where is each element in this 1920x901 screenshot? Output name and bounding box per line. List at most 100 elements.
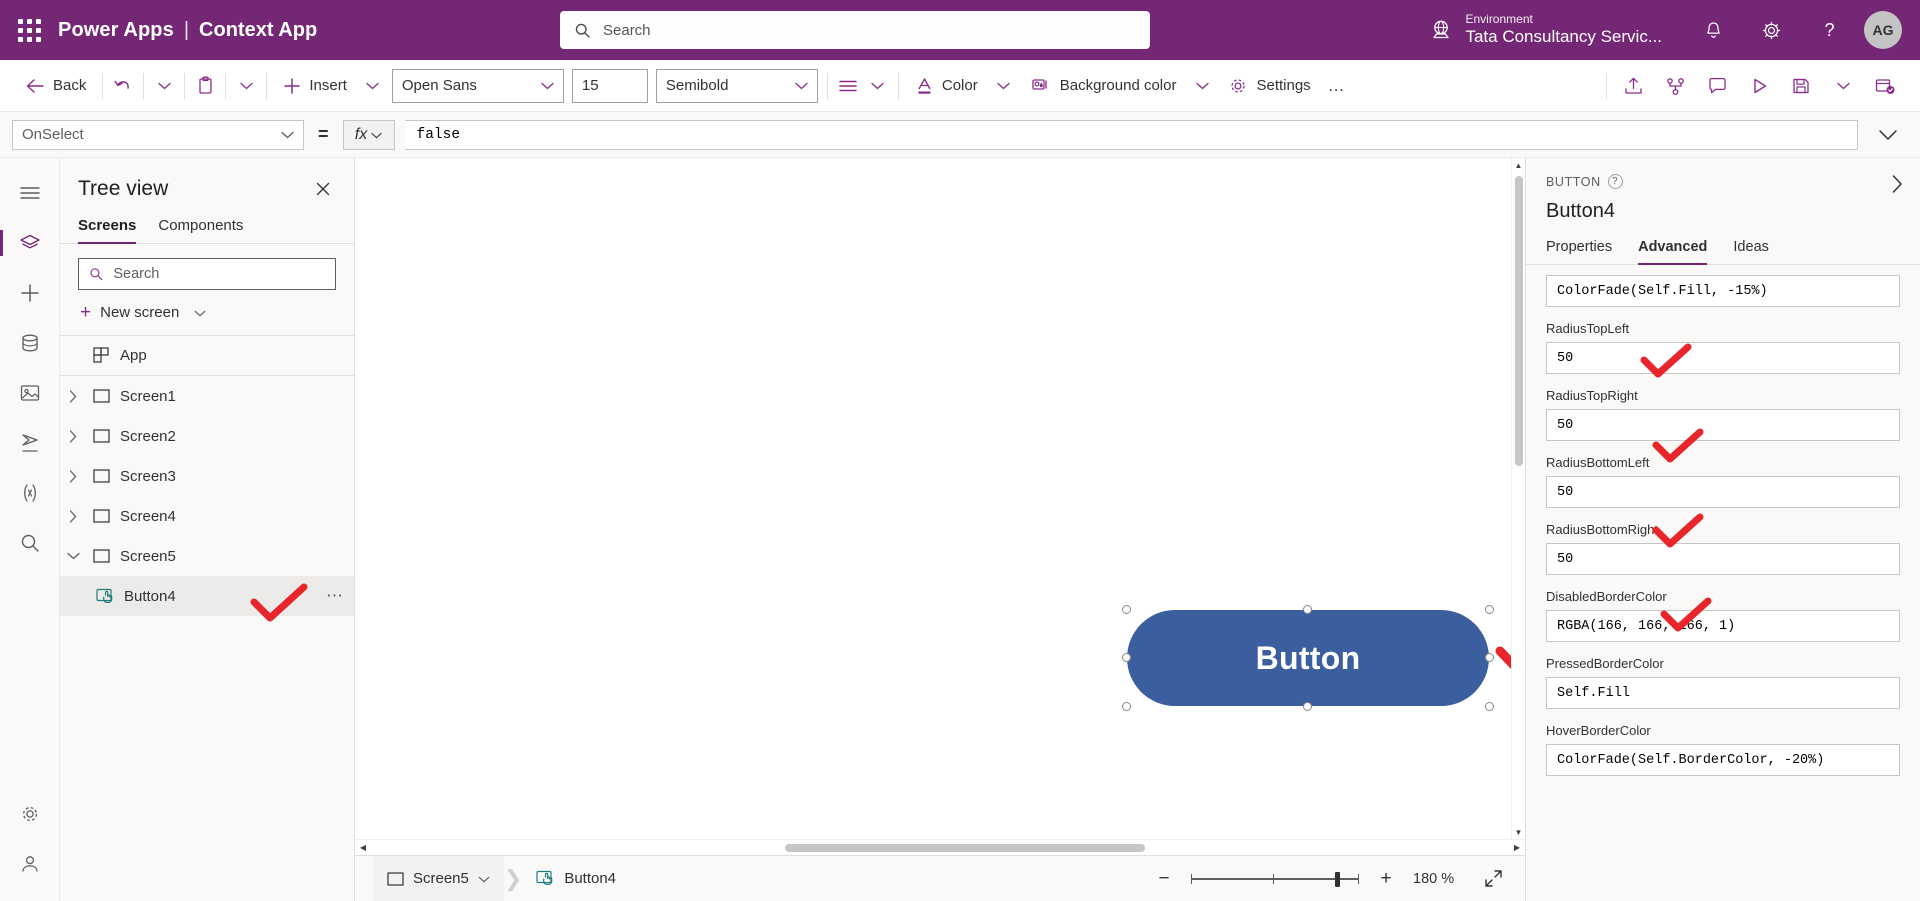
- canvas-vertical-scrollbar[interactable]: ▲ ▼: [1511, 158, 1525, 839]
- formula-expand-button[interactable]: [1868, 129, 1908, 141]
- tab-screens[interactable]: Screens: [78, 212, 136, 243]
- text-color-caret[interactable]: [989, 68, 1019, 104]
- rail-data-button[interactable]: [7, 318, 53, 368]
- undo-button[interactable]: [108, 68, 138, 104]
- comments-button[interactable]: [1696, 66, 1738, 106]
- property-input[interactable]: ColorFade(Self.Fill, -15%): [1546, 275, 1900, 307]
- resize-handle-bottom-right[interactable]: [1485, 702, 1494, 711]
- background-color-caret[interactable]: [1187, 68, 1217, 104]
- undo-caret[interactable]: [149, 68, 179, 104]
- tree-item-screen4[interactable]: Screen4: [60, 496, 354, 536]
- resize-handle-middle-right[interactable]: [1485, 653, 1494, 662]
- slider-knob[interactable]: [1335, 872, 1340, 887]
- tree-search-input[interactable]: [113, 266, 325, 282]
- canvas-button-control[interactable]: Button: [1127, 610, 1489, 706]
- tab-ideas[interactable]: Ideas: [1733, 239, 1768, 264]
- avatar[interactable]: AG: [1864, 11, 1902, 49]
- rail-search-button[interactable]: [7, 518, 53, 568]
- scroll-up-icon[interactable]: ▲: [1512, 158, 1525, 172]
- chevron-right-icon[interactable]: [60, 390, 86, 403]
- rail-menu-button[interactable]: [7, 168, 53, 218]
- scroll-right-icon[interactable]: ▶: [1509, 843, 1525, 852]
- scroll-thumb-horizontal[interactable]: [785, 844, 1145, 852]
- text-color-button[interactable]: Color: [904, 68, 989, 104]
- insert-caret[interactable]: [358, 68, 388, 104]
- font-weight-select[interactable]: Semibold: [656, 69, 818, 103]
- resize-handle-top-right[interactable]: [1485, 605, 1494, 614]
- chevron-down-icon[interactable]: [60, 552, 86, 560]
- rail-tree-view-button[interactable]: [7, 218, 53, 268]
- overflow-menu-button[interactable]: …: [1322, 68, 1352, 104]
- resize-handle-middle-left[interactable]: [1122, 653, 1131, 662]
- tree-item-screen3[interactable]: Screen3: [60, 456, 354, 496]
- resize-handle-bottom-left[interactable]: [1122, 702, 1131, 711]
- brand[interactable]: Power Apps | Context App: [58, 19, 317, 42]
- resize-handle-bottom-center[interactable]: [1303, 702, 1312, 711]
- canvas-horizontal-scrollbar[interactable]: ◀ ▶: [355, 839, 1525, 855]
- tab-advanced[interactable]: Advanced: [1638, 239, 1707, 264]
- share-button[interactable]: [1612, 66, 1654, 106]
- property-input[interactable]: 50: [1546, 543, 1900, 575]
- rail-app-settings-button[interactable]: [7, 789, 53, 839]
- settings-button[interactable]: [1742, 0, 1800, 60]
- property-input[interactable]: 50: [1546, 409, 1900, 441]
- breadcrumb-screen[interactable]: Screen5: [373, 856, 504, 901]
- search-input[interactable]: [603, 22, 1136, 39]
- resize-handle-top-left[interactable]: [1122, 605, 1131, 614]
- new-screen-button[interactable]: + New screen: [60, 290, 354, 336]
- chevron-right-icon[interactable]: [60, 430, 86, 443]
- zoom-slider[interactable]: [1191, 878, 1359, 880]
- rail-media-button[interactable]: [7, 368, 53, 418]
- save-button[interactable]: [1780, 66, 1822, 106]
- zoom-out-button[interactable]: −: [1151, 866, 1177, 892]
- help-button[interactable]: ?: [1800, 0, 1858, 60]
- environment-selector[interactable]: Environment Tata Consultancy Servic...: [1428, 13, 1684, 46]
- save-caret[interactable]: [1822, 66, 1864, 106]
- global-search[interactable]: [560, 11, 1150, 49]
- zoom-in-button[interactable]: +: [1373, 866, 1399, 892]
- tree-item-screen1[interactable]: Screen1: [60, 376, 354, 416]
- tree-item-more-button[interactable]: ⋯: [326, 586, 344, 606]
- tree-item-screen2[interactable]: Screen2: [60, 416, 354, 456]
- insert-button[interactable]: Insert: [272, 68, 358, 104]
- property-input[interactable]: ColorFade(Self.BorderColor, -20%): [1546, 744, 1900, 776]
- tab-components[interactable]: Components: [158, 212, 243, 243]
- help-icon[interactable]: ?: [1608, 174, 1623, 189]
- chevron-right-icon[interactable]: [60, 470, 86, 483]
- app-launcher-icon[interactable]: [0, 19, 58, 42]
- property-input[interactable]: RGBA(166, 166, 166, 1): [1546, 610, 1900, 642]
- tree-item-app[interactable]: App: [60, 336, 354, 376]
- property-selector[interactable]: OnSelect: [12, 120, 304, 150]
- align-caret[interactable]: [863, 68, 893, 104]
- resize-handle-top-center[interactable]: [1303, 605, 1312, 614]
- notifications-button[interactable]: [1684, 0, 1742, 60]
- property-input[interactable]: 50: [1546, 476, 1900, 508]
- close-icon[interactable]: [310, 176, 336, 202]
- breadcrumb-control[interactable]: Button4: [522, 856, 630, 901]
- formula-input[interactable]: false: [405, 120, 1858, 150]
- scroll-down-icon[interactable]: ▼: [1512, 825, 1525, 839]
- back-button[interactable]: Back: [14, 68, 97, 104]
- fx-button[interactable]: fx: [343, 120, 395, 150]
- tab-properties[interactable]: Properties: [1546, 239, 1612, 264]
- rail-variables-button[interactable]: [7, 468, 53, 518]
- tree-item-screen5[interactable]: Screen5: [60, 536, 354, 576]
- font-family-select[interactable]: Open Sans: [392, 69, 564, 103]
- preview-button[interactable]: [1738, 66, 1780, 106]
- settings-command[interactable]: Settings: [1217, 68, 1321, 104]
- scroll-thumb[interactable]: [1515, 176, 1523, 466]
- property-input[interactable]: 50: [1546, 342, 1900, 374]
- tree-item-button4[interactable]: Button4 ⋯: [60, 576, 354, 616]
- property-input[interactable]: Self.Fill: [1546, 677, 1900, 709]
- collapse-panel-button[interactable]: [1891, 174, 1904, 199]
- background-color-button[interactable]: Background color: [1019, 68, 1188, 104]
- fit-to-screen-button[interactable]: [1479, 865, 1507, 893]
- publish-button[interactable]: [1864, 66, 1906, 106]
- scroll-left-icon[interactable]: ◀: [355, 843, 371, 852]
- rail-power-automate-button[interactable]: [7, 418, 53, 468]
- rail-account-button[interactable]: [7, 839, 53, 889]
- canvas-viewport[interactable]: Button ▲ ▼: [355, 158, 1525, 839]
- chevron-right-icon[interactable]: [60, 510, 86, 523]
- checker-button[interactable]: [1654, 66, 1696, 106]
- font-size-input[interactable]: 15: [572, 69, 648, 103]
